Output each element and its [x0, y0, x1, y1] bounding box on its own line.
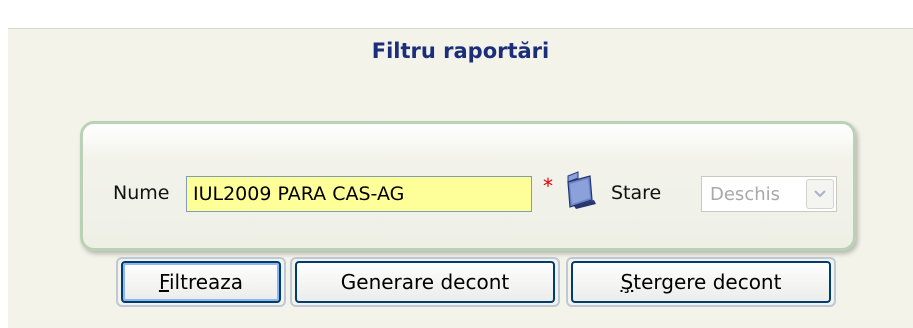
- state-value: Deschis: [710, 184, 780, 205]
- generate-decont-button[interactable]: Generare decont: [295, 261, 555, 303]
- state-label: Stare: [611, 182, 662, 204]
- name-label: Nume: [113, 182, 170, 204]
- filter-button-label: iltreaza: [169, 270, 244, 294]
- panel-title: Filtru raportări: [371, 39, 550, 63]
- chevron-down-icon: [814, 190, 826, 198]
- page: Filtru raportări Nume * Stare Deschis: [0, 0, 913, 328]
- delete-decont-button[interactable]: Ştergere decont: [571, 261, 831, 303]
- folder-icon[interactable]: [564, 170, 598, 210]
- filter-box: Nume * Stare Deschis: [80, 121, 856, 251]
- delete-button-mnemonic: Ş: [620, 270, 634, 294]
- state-select[interactable]: Deschis: [701, 176, 837, 212]
- filter-panel: Filtru raportări Nume * Stare Deschis: [8, 28, 913, 328]
- state-dropdown-button[interactable]: [806, 179, 834, 209]
- filter-button[interactable]: Filtreaza: [121, 261, 281, 303]
- required-marker: *: [543, 174, 553, 198]
- delete-button-label: tergere decont: [633, 270, 782, 294]
- filter-button-mnemonic: F: [158, 270, 169, 294]
- name-input[interactable]: [186, 176, 532, 212]
